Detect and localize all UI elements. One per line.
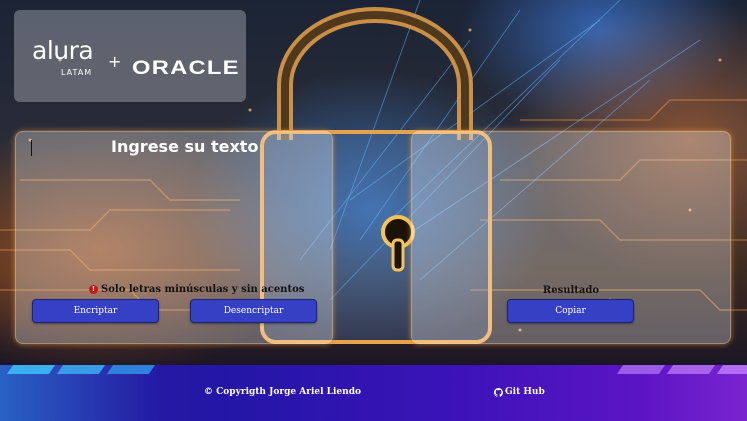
github-label[interactable]: Git Hub [505,387,545,397]
footer: © Copyrigth Jorge Ariel Liendo Git Hub [0,365,747,421]
result-label: Resultado [542,285,600,296]
oracle-logo: ORACLE [132,58,240,79]
footer-stripe [106,365,156,374]
logo-plus: + [108,52,122,71]
input-placeholder[interactable]: Ingrese su texto [111,137,258,156]
encrypt-button[interactable]: Encriptar [32,299,159,323]
decrypt-button[interactable]: Desencriptar [190,299,317,323]
footer-stripe [6,365,56,374]
input-hint: ! Solo letras minúsculas y sin acentos [89,284,304,295]
brand-logo-box: alura LATAM + ORACLE [14,10,246,102]
footer-stripe [716,365,747,374]
text-input-caret [31,140,32,156]
github-icon [494,387,503,397]
footer-stripe [56,365,106,374]
input-hint-text: Solo letras minúsculas y sin acentos [101,284,305,295]
copy-button[interactable]: Copiar [507,299,634,323]
latam-logo-text: LATAM [61,68,93,77]
input-panel: Ingrese su texto ! Solo letras minúscula… [15,131,333,344]
alura-logo: alura [32,36,94,65]
output-panel: Resultado Copiar [411,131,731,344]
copyright-text: © Copyrigth Jorge Ariel Liendo [204,387,361,397]
footer-stripe [666,365,716,374]
github-link[interactable]: Git Hub [494,387,545,397]
warning-icon: ! [89,285,98,294]
footer-stripe [616,365,666,374]
